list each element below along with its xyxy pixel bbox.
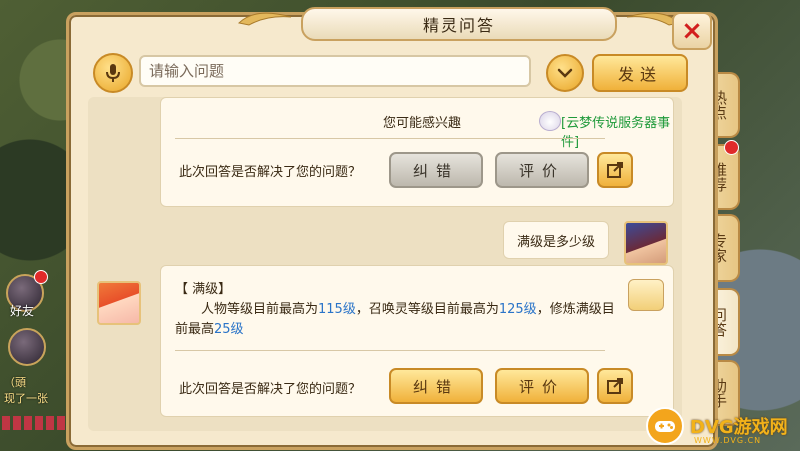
answer-highlight: 115级 [318, 302, 356, 317]
recommend-notification-dot [724, 140, 739, 155]
chat-panel[interactable]: 您可能感兴趣 [云梦传说服务器事件] 此次回答是否解决了您的问题？ 纠错 评价 … [88, 97, 682, 431]
friends-notification-dot [34, 270, 48, 284]
divider [175, 350, 605, 351]
sprite-avatar [97, 281, 141, 325]
rabbit-icon [539, 111, 561, 131]
resolved-question: 此次回答是否解决了您的问题？ [179, 382, 362, 397]
chevron-down-icon [557, 68, 573, 78]
dialog-title: 精灵问答 [422, 16, 495, 35]
user-avatar [624, 221, 668, 265]
watermark-url: WWW.DVG.CN [694, 436, 762, 445]
ornament-icon [237, 12, 292, 26]
rate-button[interactable]: 评价 [495, 368, 589, 404]
watermark: DVG游戏网 WWW.DVG.CN [646, 406, 796, 446]
correct-button[interactable]: 纠错 [389, 152, 483, 188]
answer-card: 【 满级】 人物等级目前最高为115级，召唤灵等级目前最高为125级，修炼满级目… [160, 265, 674, 417]
chat-line: 现了一张 [4, 392, 48, 405]
share-icon [607, 162, 623, 178]
friends-label: 好友 [10, 304, 35, 318]
share-button[interactable] [597, 152, 633, 188]
microphone-icon [106, 64, 120, 82]
dialog-title-plate: 精灵问答 [301, 7, 617, 41]
user-question-bubble: 满级是多少级 [503, 221, 609, 259]
answer-highlight: 25级 [214, 322, 244, 337]
close-button[interactable]: × [672, 12, 712, 50]
answer-highlight: 125级 [498, 302, 537, 317]
answer-body: 人物等级目前最高为115级，召唤灵等级目前最高为125级，修炼满级目前最高25级 [175, 300, 625, 340]
answer-card: 您可能感兴趣 [云梦传说服务器事件] 此次回答是否解决了您的问题？ 纠错 评价 [160, 97, 674, 207]
divider [175, 138, 605, 139]
chat-icon[interactable] [8, 328, 46, 366]
question-input[interactable] [139, 55, 531, 87]
answer-text: ，召唤灵等级目前最高为 [355, 302, 499, 317]
chat-line: （頭 [4, 376, 26, 389]
share-button[interactable] [597, 368, 633, 404]
interest-link[interactable]: [云梦传说服务器事件] [561, 112, 673, 150]
share-icon [607, 378, 623, 394]
microphone-button[interactable] [93, 53, 133, 93]
correct-button[interactable]: 纠错 [389, 368, 483, 404]
resolved-question: 此次回答是否解决了您的问题？ [179, 165, 362, 180]
rate-button[interactable]: 评价 [495, 152, 589, 188]
user-question-text: 满级是多少级 [516, 234, 595, 250]
history-dropdown-button[interactable] [546, 54, 584, 92]
close-icon: × [681, 16, 703, 46]
answer-title: 【 满级】 [175, 282, 232, 297]
send-button[interactable]: 发送 [592, 54, 688, 92]
answer-text: 人物等级目前最高为 [201, 302, 319, 317]
interest-text: 您可能感兴趣 [383, 116, 462, 131]
gamepad-icon [646, 407, 684, 445]
book-icon[interactable] [628, 279, 664, 311]
